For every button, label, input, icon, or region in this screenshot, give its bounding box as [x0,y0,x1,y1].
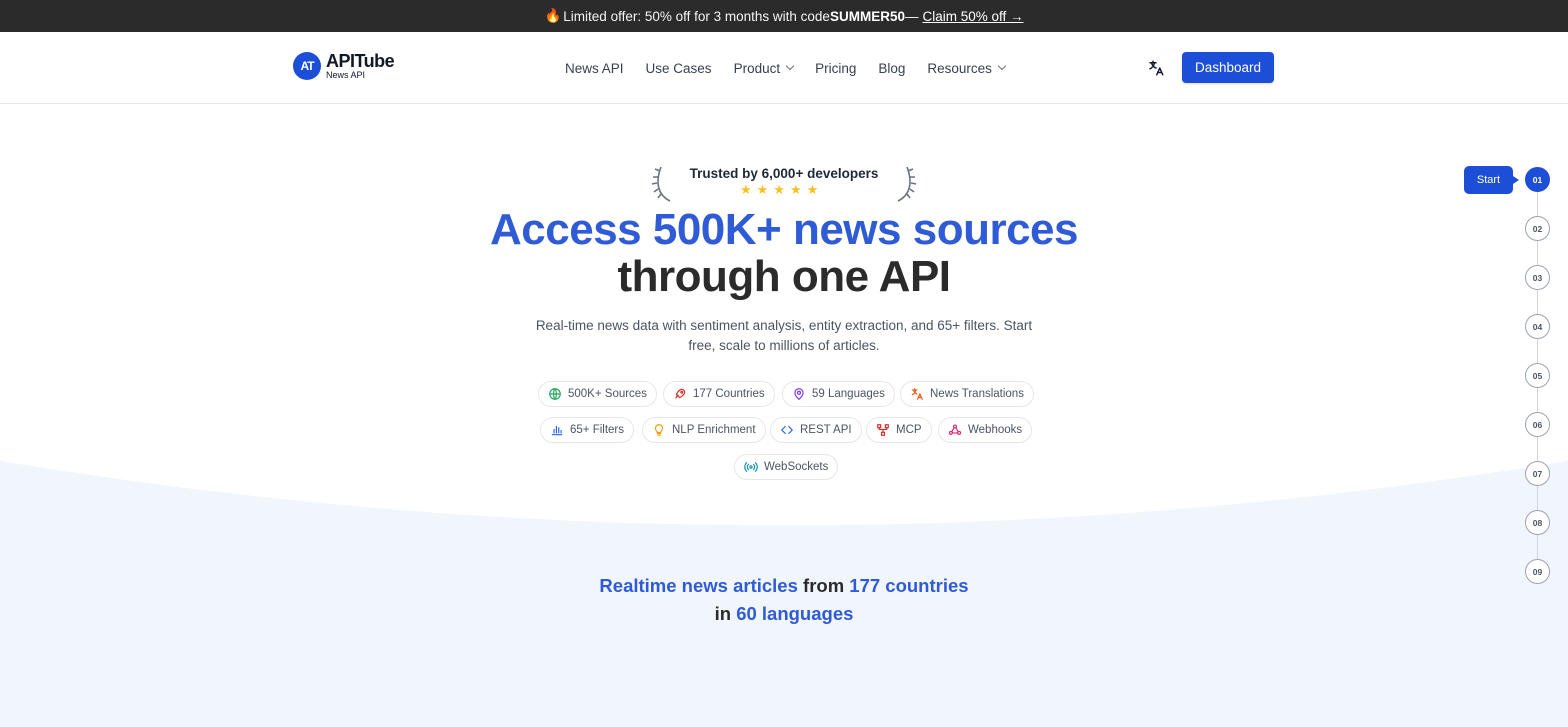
hero-subtitle: Real-time news data with sentiment analy… [535,318,1033,353]
logo-mark-icon: AT [293,52,321,80]
step-03[interactable]: 03 [1525,265,1550,290]
laurel-right-icon [897,166,916,202]
nav-use-cases[interactable]: Use Cases [646,61,712,76]
star-icon: ★ [740,182,752,197]
top-navbar: AT APITube News API News API Use Cases P… [0,32,1568,104]
translate-icon [911,388,923,400]
section-stepper: 01 02 03 04 05 06 07 08 09 [1525,167,1551,585]
fork-icon [877,424,889,436]
brand-subtitle: News API [326,70,366,80]
feature-pill-rest-api: REST API [770,417,862,443]
headline-primary: Access 500K+ news sources [490,205,1079,254]
webhook-icon [948,424,962,435]
step-05[interactable]: 05 [1525,363,1550,388]
star-icon: ★ [773,182,785,197]
step-07[interactable]: 07 [1525,461,1550,486]
promo-text: Limited offer: 50% off for 3 months with… [563,8,830,24]
chevron-down-icon [997,61,1007,71]
feature-pill-countries: 177 Countries [663,381,775,407]
brand-logo[interactable]: AT APITube News API [293,51,395,80]
translate-icon[interactable] [1147,59,1165,77]
claim-offer-link[interactable]: Claim 50% off → [922,9,1023,24]
feature-pill-nlp: NLP Enrichment [642,417,766,443]
map-pin-icon [794,388,804,401]
step-02[interactable]: 02 [1525,216,1550,241]
broadcast-icon [744,462,758,472]
brand-name: APITube [326,51,395,71]
feature-pill-webhooks: Webhooks [938,417,1033,443]
star-icon: ★ [806,182,819,197]
nav-resources[interactable]: Resources [927,61,1007,76]
feature-pill-filters: 65+ Filters [540,417,635,443]
promo-banner: 🔥 Limited offer: 50% off for 3 months wi… [0,0,1568,32]
nav-news-api[interactable]: News API [565,61,624,76]
feature-pill-websockets: WebSockets [734,454,839,480]
headline-secondary: through one API [617,252,951,301]
tagline-line-2: in 60 languages [714,603,854,624]
trust-text: Trusted by 6,000+ developers [689,166,879,181]
fire-icon: 🔥 [544,8,562,23]
star-icon: ★ [756,182,769,197]
feature-pill-sources: 500K+ Sources [538,381,657,407]
step-08[interactable]: 08 [1525,510,1550,535]
promo-code: SUMMER50 [829,8,905,24]
promo-dash: — [904,8,919,24]
feature-pill-mcp: MCP [866,417,932,443]
nav-product[interactable]: Product [734,61,795,76]
step-01[interactable]: 01 [1525,167,1550,192]
star-icon: ★ [789,182,802,197]
step-06[interactable]: 06 [1525,412,1550,437]
code-icon [781,425,793,435]
bar-chart-icon [551,425,563,436]
nav-pricing[interactable]: Pricing [815,61,856,76]
rocket-icon [675,388,686,399]
main-menu: News API Use Cases Product Pricing Blog … [565,32,1027,104]
dashboard-button[interactable]: Dashboard [1182,52,1274,83]
rating-stars: ★ ★ ★ ★ ★ [740,182,823,198]
step-04[interactable]: 04 [1525,314,1550,339]
nav-blog[interactable]: Blog [878,61,905,76]
lightbulb-icon [654,424,664,436]
feature-pill-translations: News Translations [900,381,1034,407]
tagline-line-1: Realtime news articles from 177 countrie… [599,575,969,596]
feature-pill-languages: 59 Languages [782,381,895,407]
start-tooltip: Start [1464,166,1519,194]
globe-icon [549,388,561,400]
trust-badge: Trusted by 6,000+ developers ★ ★ ★ ★ ★ [652,163,916,203]
chevron-down-icon [785,61,795,71]
